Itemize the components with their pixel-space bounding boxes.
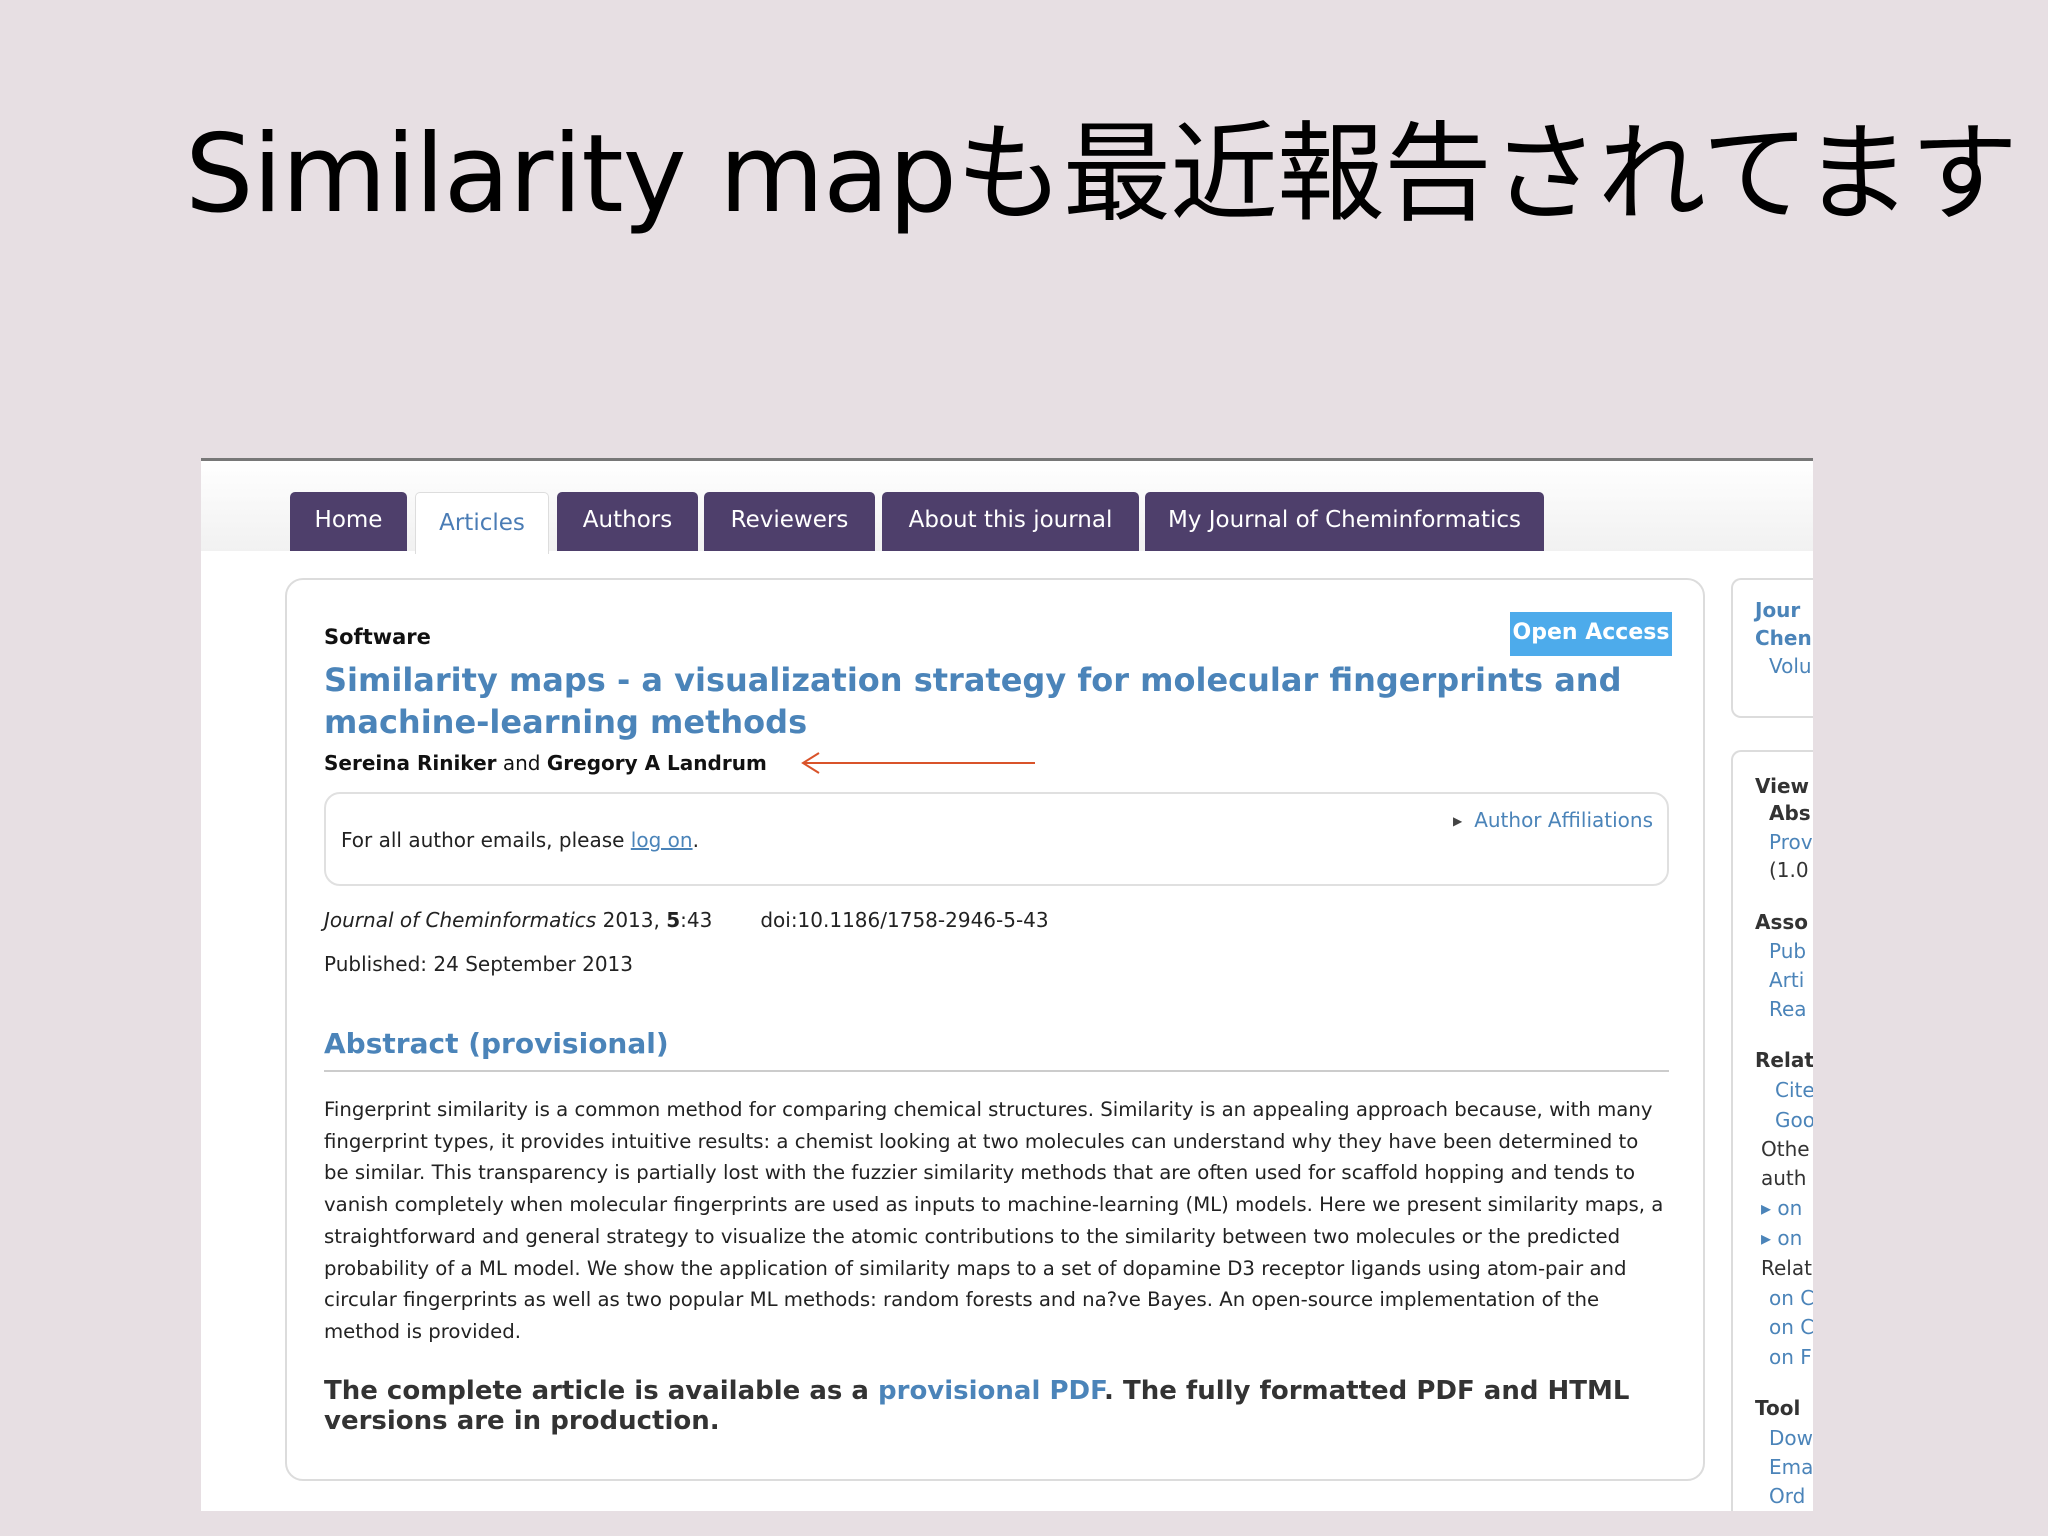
author-list: Sereina Riniker and Gregory A Landrum	[324, 751, 767, 775]
sidebar-link[interactable]: ▸ on	[1761, 1226, 1802, 1250]
sidebar-link[interactable]: Ema	[1769, 1455, 1813, 1479]
tab-about-journal[interactable]: About this journal	[882, 492, 1139, 551]
sidebar-link[interactable]: on C	[1769, 1315, 1813, 1339]
tab-home[interactable]: Home	[290, 492, 407, 551]
sidebar-link[interactable]: Pub	[1769, 939, 1806, 963]
sidebar-link[interactable]: Cite	[1775, 1078, 1813, 1102]
triangle-right-icon: ▶	[1452, 814, 1463, 828]
sidebar-heading: Relat	[1755, 1048, 1813, 1072]
author-link[interactable]: Gregory A Landrum	[547, 751, 767, 775]
sidebar-item: (1.0	[1769, 858, 1809, 882]
sidebar-link[interactable]: Goo	[1775, 1108, 1813, 1132]
sidebar-link[interactable]: on F	[1769, 1345, 1812, 1369]
sidebar-link[interactable]: ▸ on	[1761, 1196, 1802, 1220]
journal-name: Journal of Cheminformatics	[324, 908, 597, 932]
sidebar-item: Abs	[1769, 801, 1811, 825]
sidebar-journal-link[interactable]: Chen	[1755, 626, 1812, 650]
citation-line: Journal of Cheminformatics 2013, 5:43 doi…	[324, 908, 1049, 932]
provisional-pdf-link[interactable]: provisional PDF	[878, 1376, 1104, 1406]
sidebar-heading: View	[1755, 774, 1810, 798]
slide-title: Similarity mapも最近報告されてます	[185, 112, 2018, 237]
sidebar-journal-link[interactable]: Jour	[1755, 598, 1800, 622]
volume-number: 5	[666, 908, 681, 932]
sidebar-link[interactable]: Ord	[1769, 1484, 1805, 1508]
article-type: Software	[324, 625, 431, 649]
abstract-heading: Abstract (provisional)	[324, 1027, 1669, 1072]
screenshot-panel: Home Articles Authors Reviewers About th…	[201, 458, 1813, 1511]
abstract-text: Fingerprint similarity is a common metho…	[324, 1098, 1664, 1343]
sidebar-item: Othe	[1761, 1137, 1810, 1161]
article-card: Software Open Access Similarity maps - a…	[285, 578, 1705, 1481]
author-affiliations-toggle[interactable]: ▶ Author Affiliations	[1453, 808, 1653, 832]
annotation-arrow	[801, 752, 1035, 774]
tab-authors[interactable]: Authors	[557, 492, 698, 551]
published-date: Published: 24 September 2013	[324, 952, 633, 976]
sidebar-item: Relat	[1761, 1256, 1812, 1280]
availability-note: The complete article is available as a p…	[324, 1376, 1630, 1436]
email-notice: For all author emails, please log on.	[341, 828, 699, 852]
tab-my-journal[interactable]: My Journal of Cheminformatics	[1145, 492, 1544, 551]
sidebar-item: auth	[1761, 1166, 1807, 1190]
sidebar-heading: Asso	[1755, 910, 1809, 934]
article-title[interactable]: Similarity maps - a visualization strate…	[324, 659, 1624, 743]
sidebar-link[interactable]: Dow	[1769, 1426, 1813, 1450]
sidebar-heading: Tool	[1755, 1396, 1801, 1420]
sidebar-link[interactable]: Rea	[1769, 997, 1807, 1021]
author-link[interactable]: Sereina Riniker	[324, 751, 497, 775]
log-on-link[interactable]: log on	[631, 828, 693, 852]
doi: doi:10.1186/1758-2946-5-43	[760, 908, 1049, 932]
sidebar-link[interactable]: Prov	[1769, 830, 1813, 854]
tab-articles[interactable]: Articles	[415, 492, 549, 554]
right-sidebar: Jour Chen Volu View Abs Prov (1.0 Asso P…	[1731, 578, 1813, 1511]
author-email-box: ▶ Author Affiliations For all author emai…	[324, 792, 1669, 886]
sidebar-link[interactable]: Arti	[1769, 968, 1804, 992]
tab-reviewers[interactable]: Reviewers	[704, 492, 875, 551]
sidebar-volume-link[interactable]: Volu	[1769, 654, 1812, 678]
sidebar-link[interactable]: on C	[1769, 1286, 1813, 1310]
author-joiner: and	[496, 751, 547, 775]
open-access-badge: Open Access	[1510, 612, 1672, 656]
